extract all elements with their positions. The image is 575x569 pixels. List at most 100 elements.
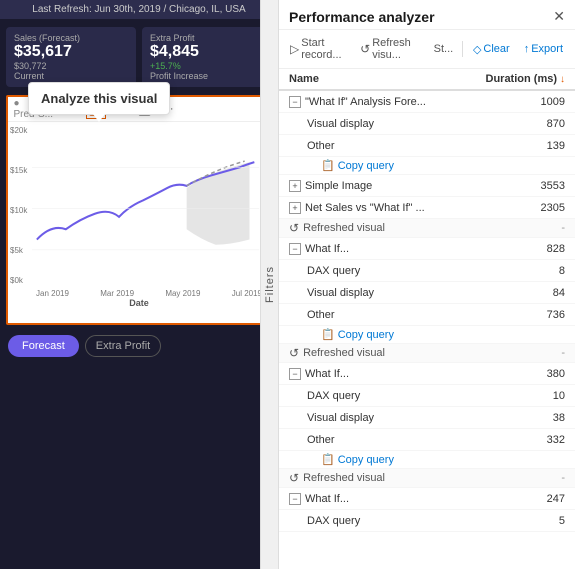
copy-icon: 📋: [321, 159, 335, 172]
sort-icon[interactable]: ↓: [560, 74, 565, 85]
copy-query-row: 📋 Copy query: [279, 157, 575, 175]
chart-svg: [32, 126, 264, 286]
start-record-button[interactable]: ▷ Start record...: [285, 34, 353, 64]
row-name: − What If...: [289, 368, 525, 380]
row-name: DAX query: [307, 265, 525, 277]
row-duration: 5: [525, 515, 565, 527]
x-label-mar: Mar 2019: [100, 289, 134, 298]
row-name: − What If...: [289, 493, 525, 505]
table-row: Visual display 870: [279, 113, 575, 135]
close-button[interactable]: ✕: [553, 8, 565, 25]
sales-card: Sales (Forecast) $35,617 $30,772 Current: [6, 27, 136, 87]
copy-query-button-2[interactable]: 📋 Copy query: [321, 328, 394, 341]
copy-query-button-3[interactable]: 📋 Copy query: [321, 453, 394, 466]
row-duration: 2305: [525, 202, 565, 214]
profit-value: $4,845: [150, 43, 264, 61]
refresh-name: ↺ Refreshed visual: [289, 346, 385, 360]
refresh-spinning-icon: ↺: [289, 221, 299, 235]
row-duration: 38: [525, 412, 565, 424]
row-name: − What If...: [289, 243, 525, 255]
row-label: What If...: [305, 368, 349, 380]
expand-icon[interactable]: +: [289, 180, 301, 192]
expand-icon[interactable]: −: [289, 96, 301, 108]
row-name: DAX query: [307, 390, 525, 402]
expand-icon[interactable]: −: [289, 493, 301, 505]
row-name: Other: [307, 140, 525, 152]
sales-label: Sales (Forecast): [14, 33, 128, 43]
col-duration-label: Duration (ms): [486, 73, 558, 85]
export-button[interactable]: ↑ Export: [518, 40, 569, 58]
sales-value: $35,617: [14, 43, 128, 61]
refresh-row: ↺ Refreshed visual -: [279, 469, 575, 488]
refreshed-visual-label: Refreshed visual: [303, 472, 385, 484]
visual-area: ● Pred Let S... ? ··· $20k $15k $10: [6, 95, 272, 325]
table-header: Name Duration (ms) ↓: [279, 69, 575, 91]
clear-button[interactable]: ◇ Clear: [467, 40, 516, 59]
table-row: − What If... 828: [279, 238, 575, 260]
x-label-jul: Jul 2019: [232, 289, 262, 298]
tooltip-text: Analyze this visual: [41, 91, 157, 106]
row-label: Visual display: [307, 287, 374, 299]
table-row: Visual display 84: [279, 282, 575, 304]
row-duration: 3553: [525, 180, 565, 192]
table-row: + Net Sales vs "What If" ... 2305: [279, 197, 575, 219]
export-label: Export: [531, 43, 563, 55]
refreshed-visual-label: Refreshed visual: [303, 222, 385, 234]
row-name: Other: [307, 434, 525, 446]
row-duration: 332: [525, 434, 565, 446]
refreshed-visual-label: Refreshed visual: [303, 347, 385, 359]
row-label: DAX query: [307, 515, 360, 527]
expand-icon[interactable]: −: [289, 243, 301, 255]
row-label: Other: [307, 140, 335, 152]
dash-value: -: [561, 347, 565, 359]
st-button[interactable]: St...: [429, 40, 459, 58]
row-duration: 828: [525, 243, 565, 255]
row-duration: 84: [525, 287, 565, 299]
row-duration: 870: [525, 118, 565, 130]
table-row: Other 139: [279, 135, 575, 157]
row-label: Other: [307, 434, 335, 446]
right-panel: Performance analyzer ✕ ▷ Start record...…: [278, 0, 575, 569]
copy-query-button-1[interactable]: 📋 Copy query: [321, 159, 394, 172]
analyze-tooltip: Analyze this visual: [28, 82, 170, 115]
copy-icon: 📋: [321, 453, 335, 466]
expand-icon[interactable]: −: [289, 368, 301, 380]
dash-value: -: [561, 472, 565, 484]
row-duration: 247: [525, 493, 565, 505]
refresh-row: ↺ Refreshed visual -: [279, 344, 575, 363]
row-duration: 10: [525, 390, 565, 402]
refresh-name: ↺ Refreshed visual: [289, 221, 385, 235]
profit-sub: Profit Increase: [150, 71, 264, 81]
record-icon: ▷: [290, 42, 299, 56]
panel-header: Performance analyzer ✕: [279, 0, 575, 30]
row-name: + Simple Image: [289, 180, 525, 192]
refresh-visuals-button[interactable]: ↺ Refresh visu...: [355, 34, 427, 64]
filters-strip[interactable]: Filters: [260, 0, 278, 569]
profit-label: Extra Profit: [150, 33, 264, 43]
dash-value: -: [561, 222, 565, 234]
row-name: Visual display: [307, 412, 525, 424]
row-name: Other: [307, 309, 525, 321]
refresh-visuals-label: Refresh visu...: [372, 37, 421, 61]
refresh-spinning-icon: ↺: [289, 346, 299, 360]
table-row: − "What If" Analysis Fore... 1009: [279, 91, 575, 113]
row-label: Visual display: [307, 118, 374, 130]
forecast-button[interactable]: Forecast: [8, 335, 79, 357]
row-name: − "What If" Analysis Fore...: [289, 96, 525, 108]
row-label: What If...: [305, 243, 349, 255]
bottom-buttons: Forecast Extra Profit: [0, 329, 278, 363]
row-label: Other: [307, 309, 335, 321]
extra-profit-button[interactable]: Extra Profit: [85, 335, 161, 357]
row-label: "What If" Analysis Fore...: [305, 96, 426, 108]
x-label-may: May 2019: [165, 289, 200, 298]
expand-icon[interactable]: +: [289, 202, 301, 214]
row-label: What If...: [305, 493, 349, 505]
row-label: Simple Image: [305, 180, 372, 192]
sales-sub2: Current: [14, 71, 128, 81]
table-row: DAX query 10: [279, 385, 575, 407]
sales-sub1: $30,772: [14, 61, 128, 71]
x-label-jan: Jan 2019: [36, 289, 69, 298]
col-name-header: Name: [289, 73, 319, 85]
row-name: Visual display: [307, 118, 525, 130]
refresh-spinning-icon: ↺: [289, 471, 299, 485]
